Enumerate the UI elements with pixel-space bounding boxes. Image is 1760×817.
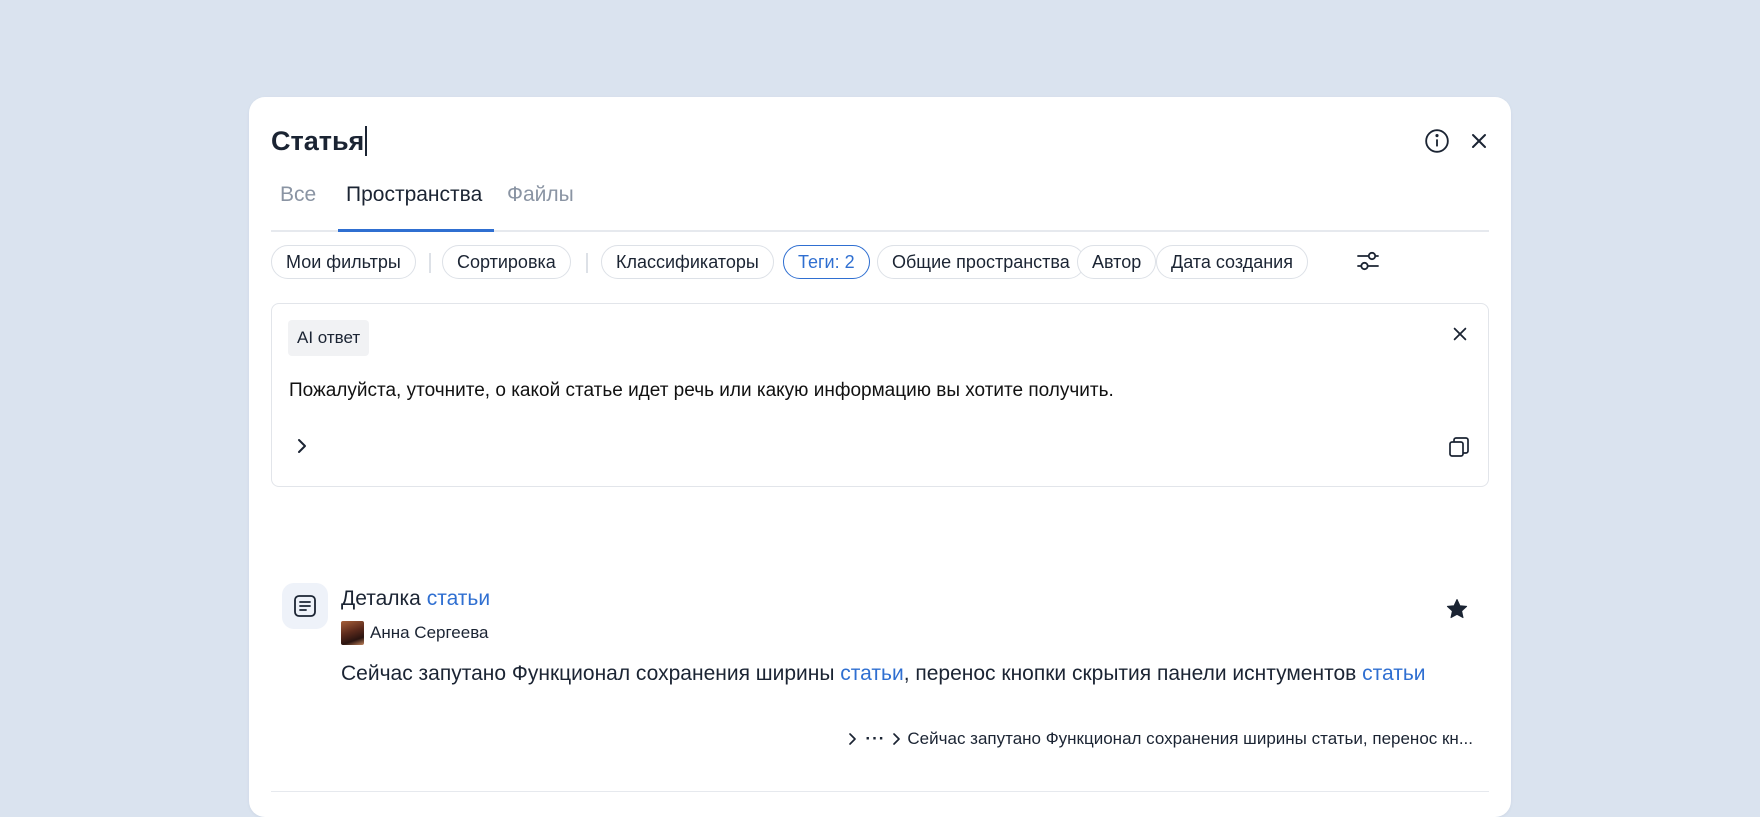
created-date-chip[interactable]: Дата создания: [1156, 245, 1308, 279]
close-icon: [1453, 327, 1467, 341]
text-caret: [365, 125, 368, 156]
filter-divider: [586, 253, 588, 273]
search-input[interactable]: Статья: [271, 119, 368, 163]
favorite-button[interactable]: [1443, 595, 1471, 623]
document-icon: [282, 583, 328, 629]
result-snippet: Сейчас запутано Функционал сохранения ши…: [341, 659, 1441, 688]
filter-settings-button[interactable]: [1354, 247, 1382, 280]
snippet-highlight: статьи: [1362, 662, 1426, 685]
active-tab-indicator: [338, 229, 494, 232]
star-icon: [1446, 599, 1468, 619]
filter-divider: [429, 253, 431, 273]
chevron-right-icon: [298, 439, 306, 453]
snippet-text: , перенос кнопки скрытия панели иснтумен…: [903, 662, 1363, 685]
expand-ai-answer-button[interactable]: [290, 434, 314, 458]
filter-settings-icon: [1357, 251, 1379, 271]
close-ai-answer-button[interactable]: [1448, 322, 1472, 346]
breadcrumb-item[interactable]: Сейчас запутано Функционал сохранения ши…: [907, 729, 1473, 749]
tab-files[interactable]: Файлы: [507, 177, 574, 228]
result-author: Анна Сергеева: [341, 620, 489, 646]
ai-answer-card: AI ответ Пожалуйста, уточните, о какой с…: [271, 303, 1489, 487]
ai-answer-badge: AI ответ: [288, 320, 370, 356]
shared-spaces-chip[interactable]: Общие пространства: [877, 245, 1085, 279]
chevron-right-icon: [849, 733, 857, 745]
copy-ai-answer-button[interactable]: [1446, 434, 1472, 460]
result-title[interactable]: Деталка статьи: [341, 585, 490, 613]
sorting-chip[interactable]: Сортировка: [442, 245, 571, 279]
result-title-text[interactable]: Деталка: [341, 587, 427, 610]
result-title-highlight[interactable]: статьи: [427, 587, 490, 610]
my-filters-chip[interactable]: Мои фильтры: [271, 245, 416, 279]
close-icon: [1472, 134, 1486, 148]
avatar: [341, 621, 364, 645]
search-query-text[interactable]: Статья: [271, 126, 364, 156]
search-bar[interactable]: Статья: [271, 119, 1489, 163]
close-search-button[interactable]: [1463, 125, 1495, 157]
tab-bar: Все Пространства Файлы: [271, 177, 1489, 232]
classifiers-chip[interactable]: Классификаторы: [601, 245, 774, 279]
author-chip[interactable]: Автор: [1077, 245, 1157, 279]
search-result-item[interactable]: Деталка статьи Анна Сергеева Сейчас запу…: [271, 577, 1489, 792]
author-name: Анна Сергеева: [370, 623, 489, 642]
ai-answer-text: Пожалуйста, уточните, о какой статье иде…: [289, 380, 1114, 401]
info-button[interactable]: [1421, 125, 1453, 157]
breadcrumb-ellipsis[interactable]: ···: [865, 729, 885, 749]
tags-chip[interactable]: Теги: 2: [783, 245, 870, 279]
search-panel: Статья Все Пространства Файлы Мои фильтр…: [249, 97, 1511, 817]
snippet-text: Сейчас запутано Функционал сохранения ши…: [341, 662, 841, 685]
snippet-highlight: статьи: [840, 662, 904, 685]
chevron-right-icon: [893, 733, 901, 745]
tab-spaces[interactable]: Пространства: [346, 177, 482, 228]
copy-icon: [1449, 437, 1469, 457]
breadcrumb[interactable]: ··· Сейчас запутано Функционал сохранени…: [847, 729, 1473, 749]
info-icon: [1425, 129, 1449, 153]
tab-all[interactable]: Все: [280, 177, 316, 228]
